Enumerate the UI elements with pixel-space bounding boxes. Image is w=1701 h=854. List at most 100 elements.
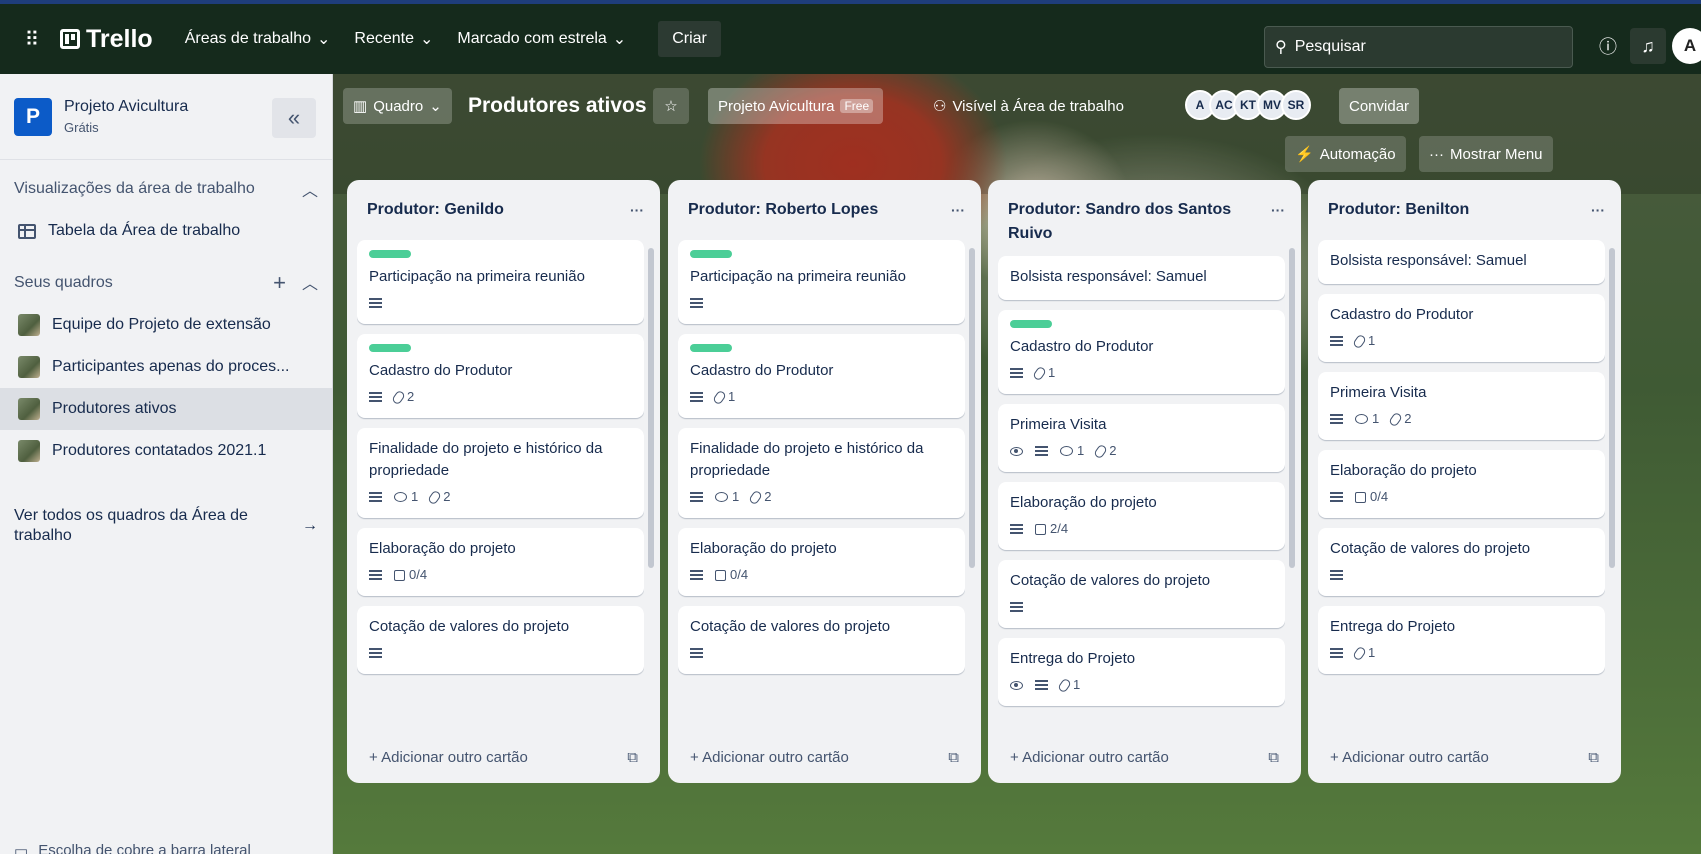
workspace-logo: P xyxy=(14,97,52,136)
trello-logo[interactable]: Trello xyxy=(60,25,153,54)
notifications-bell-icon[interactable]: ♫ xyxy=(1630,28,1666,64)
card[interactable]: Elaboração do projeto 2/4 xyxy=(998,482,1285,550)
card-title: Elaboração do projeto xyxy=(1330,462,1477,479)
sidebar-item-table-view[interactable]: Tabela da Área de trabalho xyxy=(0,210,332,252)
chevron-up-icon[interactable]: ︿ xyxy=(302,177,318,201)
list-menu-icon[interactable]: ··· xyxy=(630,198,644,222)
card-label-green[interactable] xyxy=(369,344,411,352)
member-avatar[interactable]: SR xyxy=(1281,90,1311,120)
card-label-green[interactable] xyxy=(369,250,411,258)
chevron-up-icon[interactable]: ︿ xyxy=(302,270,318,296)
sidebar-item-board-active[interactable]: Produtores ativos xyxy=(0,388,332,430)
card[interactable]: Cotação de valores do projeto xyxy=(1318,528,1605,596)
create-button[interactable]: Criar xyxy=(658,21,721,57)
card[interactable]: Participação na primeira reunião xyxy=(357,240,644,324)
list-header[interactable]: Produtor: Roberto Lopes ··· xyxy=(668,180,981,240)
list-scrollbar[interactable] xyxy=(1609,248,1615,568)
menu-workspaces[interactable]: Áreas de trabalho ⌄ xyxy=(175,21,341,57)
card[interactable]: Cotação de valores do projeto xyxy=(998,560,1285,628)
card[interactable]: Cotação de valores do projeto xyxy=(357,606,644,674)
menu-workspaces-label: Áreas de trabalho xyxy=(184,30,311,47)
sidebar-footer[interactable]: ▭ Escolha de cobre a barra lateral xyxy=(14,842,251,854)
visibility-button[interactable]: ⚇ Visível à Área de trabalho xyxy=(923,88,1134,124)
card[interactable]: Cotação de valores do projeto xyxy=(678,606,965,674)
star-board-icon[interactable]: ☆ xyxy=(653,88,689,124)
card[interactable]: Elaboração do projeto 0/4 xyxy=(678,528,965,596)
card[interactable]: Cadastro do Produtor 2 xyxy=(357,334,644,418)
list: Produtor: Benilton ··· Bolsista responsáve… xyxy=(1308,180,1621,783)
list-menu-icon[interactable]: ··· xyxy=(1271,198,1285,222)
card-template-icon[interactable]: ⧉ xyxy=(948,749,959,766)
card[interactable]: Elaboração do projeto 0/4 xyxy=(1318,450,1605,518)
card[interactable]: Bolsista responsável: Samuel xyxy=(1318,240,1605,284)
info-icon[interactable]: ⓘ xyxy=(1590,28,1626,64)
attachment-icon xyxy=(712,389,727,405)
board-view-switcher[interactable]: ▥ Quadro ⌄ xyxy=(343,88,452,124)
list-header[interactable]: Produtor: Genildo ··· xyxy=(347,180,660,240)
description-icon xyxy=(369,570,382,580)
sidebar-item-board[interactable]: Equipe do Projeto de extensão xyxy=(0,304,332,346)
card[interactable]: Cadastro do Produtor 1 xyxy=(678,334,965,418)
your-boards-section: Seus quadros + ︿ xyxy=(0,262,332,304)
sidebar-item-board[interactable]: Produtores contatados 2021.1 xyxy=(0,430,332,472)
card[interactable]: Primeira Visita 1 2 xyxy=(998,404,1285,472)
add-card-button[interactable]: + Adicionar outro cartão ⧉ xyxy=(998,737,1291,777)
list-header[interactable]: Produtor: Sandro dos Santos Ruivo ··· xyxy=(988,180,1301,242)
card[interactable]: Elaboração do projeto 0/4 xyxy=(357,528,644,596)
card-label-green[interactable] xyxy=(690,250,732,258)
card[interactable]: Primeira Visita 1 2 xyxy=(1318,372,1605,440)
card-title: Elaboração do projeto xyxy=(690,540,837,557)
see-all-boards-link[interactable]: Ver todos os quadros da Área de trabalho… xyxy=(0,492,332,560)
chevron-down-icon: ⌄ xyxy=(420,31,434,48)
list-menu-icon[interactable]: ··· xyxy=(951,198,965,222)
card-label-green[interactable] xyxy=(1010,320,1052,328)
automation-button[interactable]: ⚡ Automação xyxy=(1285,136,1406,172)
add-card-button[interactable]: + Adicionar outro cartão ⧉ xyxy=(357,737,650,777)
collapse-sidebar-button[interactable]: « xyxy=(272,98,316,138)
card[interactable]: Finalidade do projeto e histórico da pro… xyxy=(678,428,965,518)
card[interactable]: Finalidade do projeto e histórico da pro… xyxy=(357,428,644,518)
search-input[interactable]: ⚲ Pesquisar xyxy=(1264,26,1573,68)
trello-logo-text: Trello xyxy=(86,24,153,53)
invite-button[interactable]: Convidar xyxy=(1339,88,1420,124)
list-title[interactable]: Produtor: Genildo xyxy=(367,198,607,222)
app-switcher-icon[interactable]: ⠿ xyxy=(18,25,46,53)
list-title[interactable]: Produtor: Roberto Lopes xyxy=(688,198,928,222)
list-header[interactable]: Produtor: Benilton ··· xyxy=(1308,180,1621,240)
user-avatar[interactable]: A xyxy=(1672,28,1701,64)
list-menu-icon[interactable]: ··· xyxy=(1591,198,1605,222)
card-template-icon[interactable]: ⧉ xyxy=(1268,749,1279,766)
attachments-count: 2 xyxy=(1109,443,1117,458)
board-title[interactable]: Produtores ativos xyxy=(458,86,657,126)
card-template-icon[interactable]: ⧉ xyxy=(1588,749,1599,766)
add-card-button[interactable]: + Adicionar outro cartão ⧉ xyxy=(678,737,971,777)
description-icon xyxy=(369,492,382,502)
menu-starred[interactable]: Marcado com estrela ⌄ xyxy=(447,21,636,57)
list-scrollbar[interactable] xyxy=(648,248,654,568)
card[interactable]: Entrega do Projeto 1 xyxy=(1318,606,1605,674)
list-title[interactable]: Produtor: Benilton xyxy=(1328,198,1568,222)
card[interactable]: Cadastro do Produtor 1 xyxy=(998,310,1285,394)
workspace-button[interactable]: Projeto Avicultura Free xyxy=(708,88,884,124)
add-card-button[interactable]: + Adicionar outro cartão ⧉ xyxy=(1318,737,1611,777)
list-title[interactable]: Produtor: Sandro dos Santos Ruivo xyxy=(1008,198,1248,246)
card-badges: 1 xyxy=(1010,676,1273,694)
card-title: Cotação de valores do projeto xyxy=(1330,540,1531,557)
workspace-views-section[interactable]: Visualizações da área de trabalho ︿ xyxy=(0,168,332,210)
trello-logo-icon xyxy=(60,29,80,49)
watch-icon xyxy=(1010,446,1023,456)
card[interactable]: Bolsista responsável: Samuel xyxy=(998,256,1285,300)
sidebar-item-board[interactable]: Participantes apenas do proces... xyxy=(0,346,332,388)
add-board-icon[interactable]: + xyxy=(273,270,286,296)
card-template-icon[interactable]: ⧉ xyxy=(627,749,638,766)
checklist-count: 0/4 xyxy=(1370,489,1389,504)
list-scrollbar[interactable] xyxy=(1289,248,1295,568)
card[interactable]: Cadastro do Produtor 1 xyxy=(1318,294,1605,362)
card[interactable]: Participação na primeira reunião xyxy=(678,240,965,324)
card-label-green[interactable] xyxy=(690,344,732,352)
card[interactable]: Entrega do Projeto 1 xyxy=(998,638,1285,706)
show-menu-button[interactable]: ··· Mostrar Menu xyxy=(1419,136,1553,172)
workspace-name[interactable]: Projeto Avicultura xyxy=(64,98,188,116)
list-scrollbar[interactable] xyxy=(969,248,975,568)
menu-recent[interactable]: Recente ⌄ xyxy=(344,21,443,57)
